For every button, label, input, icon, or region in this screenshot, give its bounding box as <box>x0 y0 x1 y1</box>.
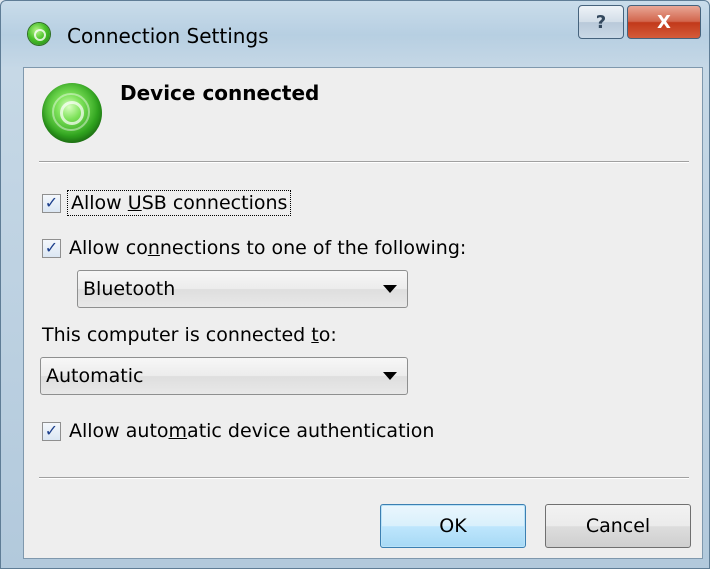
connected-to-label: This computer is connected to: <box>42 324 337 346</box>
auto-authentication-checkbox-row[interactable]: ✓ Allow automatic device authentication <box>42 420 434 442</box>
title-bar[interactable]: Connection Settings ? X <box>1 1 710 69</box>
auto-authentication-label: Allow automatic device authentication <box>69 420 435 442</box>
ok-button[interactable]: OK <box>380 504 526 548</box>
allow-connections-checkbox[interactable]: ✓ <box>42 238 61 258</box>
connection-type-value: Bluetooth <box>83 278 176 300</box>
device-connected-icon <box>42 83 102 143</box>
cancel-button[interactable]: Cancel <box>545 504 691 548</box>
chevron-down-icon <box>383 372 397 380</box>
close-button[interactable]: X <box>627 5 701 39</box>
allow-connections-label: Allow connections to one of the followin… <box>69 237 467 259</box>
status-heading: Device connected <box>120 81 320 105</box>
dialog-window: Connection Settings ? X Device connected… <box>0 0 710 569</box>
auto-authentication-checkbox[interactable]: ✓ <box>42 421 61 441</box>
dialog-content: Device connected ✓ Allow USB connections… <box>23 67 703 559</box>
divider-top <box>39 161 689 162</box>
allow-usb-label: Allow USB connections <box>66 190 292 216</box>
check-icon: ✓ <box>44 238 59 257</box>
connected-to-value: Automatic <box>46 365 144 387</box>
help-icon: ? <box>595 11 607 33</box>
divider-bottom <box>39 477 689 478</box>
allow-usb-checkbox-row[interactable]: ✓ Allow USB connections <box>42 190 292 216</box>
help-button[interactable]: ? <box>578 5 624 39</box>
connected-to-dropdown[interactable]: Automatic <box>40 357 408 395</box>
connection-type-dropdown[interactable]: Bluetooth <box>77 270 408 308</box>
check-icon: ✓ <box>44 193 59 212</box>
window-title: Connection Settings <box>67 24 269 48</box>
close-icon: X <box>657 11 671 33</box>
allow-connections-checkbox-row[interactable]: ✓ Allow connections to one of the follow… <box>42 237 466 259</box>
check-icon: ✓ <box>44 421 59 440</box>
connection-icon <box>28 23 50 45</box>
allow-usb-checkbox[interactable]: ✓ <box>42 193 61 213</box>
chevron-down-icon <box>383 285 397 293</box>
